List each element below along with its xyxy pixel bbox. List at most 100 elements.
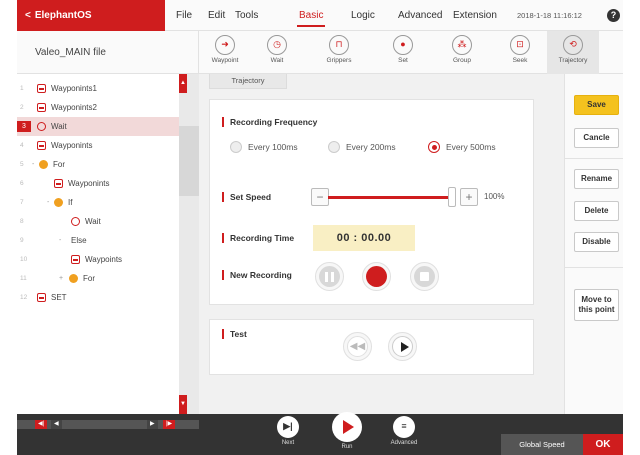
- next-button[interactable]: ▶| Next: [273, 414, 303, 455]
- scroll-down-arrow-icon[interactable]: ▼: [179, 395, 187, 414]
- tree-row[interactable]: 2 Wayponints2: [17, 98, 179, 117]
- prev-page-icon[interactable]: ◀: [51, 420, 62, 429]
- tool-seek[interactable]: ⊡ Seek: [494, 31, 546, 74]
- tree-row[interactable]: 10 Waypoints: [17, 250, 179, 269]
- tree-row-selected[interactable]: 3 Wait: [17, 117, 179, 136]
- menu-tools[interactable]: Tools: [235, 0, 258, 31]
- tool-trajectory[interactable]: ⟲ Trajectory: [547, 31, 599, 74]
- command-toolbar: ➜ Waypoint ◷ Wait ⊓ Grippers ● Set ⁂ Gro…: [199, 31, 623, 74]
- menu-basic[interactable]: Basic: [296, 0, 326, 31]
- delete-button[interactable]: Delete: [574, 201, 619, 221]
- new-recording-title: New Recording: [222, 270, 292, 280]
- tree-row[interactable]: 5 - For: [17, 155, 179, 174]
- tool-waypoint[interactable]: ➜ Waypoint: [199, 31, 251, 74]
- run-button[interactable]: Run: [332, 412, 362, 455]
- menu-logic[interactable]: Logic: [351, 0, 375, 31]
- tool-group[interactable]: ⁂ Group: [436, 31, 488, 74]
- tree-row-label: Else: [71, 236, 87, 245]
- stop-button[interactable]: [410, 262, 439, 291]
- next-label: Next: [281, 440, 295, 446]
- menu-edit[interactable]: Edit: [208, 0, 225, 31]
- tool-label: Group: [452, 57, 472, 64]
- menu-bar: < ElephantOS File Edit Tools Basic Logic …: [17, 0, 623, 31]
- line-number: 5: [20, 161, 24, 168]
- line-number: 6: [20, 180, 24, 187]
- tree-row[interactable]: 9 - Else: [17, 231, 179, 250]
- cancel-button[interactable]: Cancle: [574, 128, 619, 148]
- radio-every-100ms[interactable]: Every 100ms: [230, 141, 298, 153]
- collapse-toggle[interactable]: -: [32, 155, 34, 174]
- collapse-toggle[interactable]: -: [47, 193, 49, 212]
- play-button[interactable]: [388, 332, 417, 361]
- pause-icon: [319, 266, 340, 287]
- expand-toggle[interactable]: +: [59, 269, 63, 288]
- first-page-icon[interactable]: ◀|: [35, 420, 48, 429]
- tree-row[interactable]: 12 SET: [17, 288, 179, 307]
- record-button[interactable]: [362, 262, 391, 291]
- speed-slider-track[interactable]: [328, 196, 454, 199]
- play-icon: [392, 336, 413, 357]
- tree-row[interactable]: 11 + For: [17, 269, 179, 288]
- tool-label: Seek: [512, 57, 528, 64]
- speed-decrease-button[interactable]: −: [311, 188, 329, 206]
- speed-slider-thumb[interactable]: [448, 187, 456, 207]
- scroll-up-arrow-icon[interactable]: ▲: [179, 74, 187, 93]
- menu-file[interactable]: File: [176, 0, 192, 31]
- move-to-point-button[interactable]: Move to this point: [574, 289, 619, 321]
- tree-row[interactable]: 1 Wayponints1: [17, 79, 179, 98]
- tree-row-label: For: [83, 274, 95, 283]
- save-button[interactable]: Save: [574, 95, 619, 115]
- next-page-icon[interactable]: ▶: [147, 420, 158, 429]
- tool-set[interactable]: ● Set: [377, 31, 429, 74]
- tree-row[interactable]: 7 - If: [17, 193, 179, 212]
- tree-row[interactable]: 4 Wayponints: [17, 136, 179, 155]
- file-header: Valeo_MAIN file: [17, 31, 199, 74]
- file-name: Valeo_MAIN file: [35, 47, 106, 58]
- tree-row[interactable]: 8 Wait: [17, 212, 179, 231]
- radio-every-500ms[interactable]: Every 500ms: [428, 141, 496, 153]
- radio-every-200ms[interactable]: Every 200ms: [328, 141, 396, 153]
- seek-icon: ⊡: [510, 35, 530, 55]
- app-title-back-button[interactable]: < ElephantOS: [17, 0, 165, 31]
- clock-icon: [71, 217, 80, 226]
- recording-time-title: Recording Time: [222, 233, 294, 243]
- rename-button[interactable]: Rename: [574, 169, 619, 189]
- advanced-button[interactable]: ≡ Advanced: [389, 414, 419, 455]
- line-number: 1: [20, 85, 24, 92]
- tab-trajectory[interactable]: Trajectory: [209, 74, 287, 89]
- bottom-bar: ◀| ◀ ▶ |▶ ▶| Next Run ≡ Advanced Global …: [17, 412, 623, 455]
- speed-increase-button[interactable]: +: [460, 188, 478, 206]
- tool-grippers[interactable]: ⊓ Grippers: [313, 31, 365, 74]
- step-next-icon: ▶|: [277, 416, 299, 438]
- pause-button[interactable]: [315, 262, 344, 291]
- rewind-button[interactable]: ◀◀: [343, 332, 372, 361]
- tree-scrollbar[interactable]: ▲ ▼: [179, 74, 199, 414]
- tree-row[interactable]: 6 Wayponints: [17, 174, 179, 193]
- tool-wait[interactable]: ◷ Wait: [251, 31, 303, 74]
- help-icon[interactable]: ?: [607, 9, 620, 22]
- radio-label: Every 500ms: [446, 142, 496, 152]
- tree-row-label: Wait: [85, 217, 101, 226]
- waypoint-icon: [37, 293, 46, 302]
- global-speed-button[interactable]: Global Speed: [501, 434, 583, 455]
- clock-icon: ◷: [267, 35, 287, 55]
- loop-icon: [69, 274, 78, 283]
- tree-row-label: Wayponints1: [51, 84, 97, 93]
- collapse-toggle[interactable]: -: [59, 231, 61, 250]
- gripper-icon: ⊓: [329, 35, 349, 55]
- menu-advanced[interactable]: Advanced: [398, 0, 442, 31]
- datetime: 2018-1-18 11:16:12: [517, 11, 582, 20]
- line-number: 7: [20, 199, 24, 206]
- disable-button[interactable]: Disable: [574, 232, 619, 252]
- scroll-thumb[interactable]: [179, 126, 199, 196]
- ok-button[interactable]: OK: [583, 434, 623, 455]
- waypoint-icon: [37, 141, 46, 150]
- tree-nav-strip: ◀| ◀ ▶ |▶: [17, 420, 199, 429]
- last-page-icon[interactable]: |▶: [163, 420, 176, 429]
- menu-extension[interactable]: Extension: [453, 0, 497, 31]
- trajectory-panel: Trajectory Recording Frequency Every 100…: [199, 74, 564, 414]
- line-number: 10: [20, 256, 28, 263]
- waypoint-icon: [54, 179, 63, 188]
- divider: [565, 267, 623, 268]
- app-title-label: ElephantOS: [34, 10, 92, 21]
